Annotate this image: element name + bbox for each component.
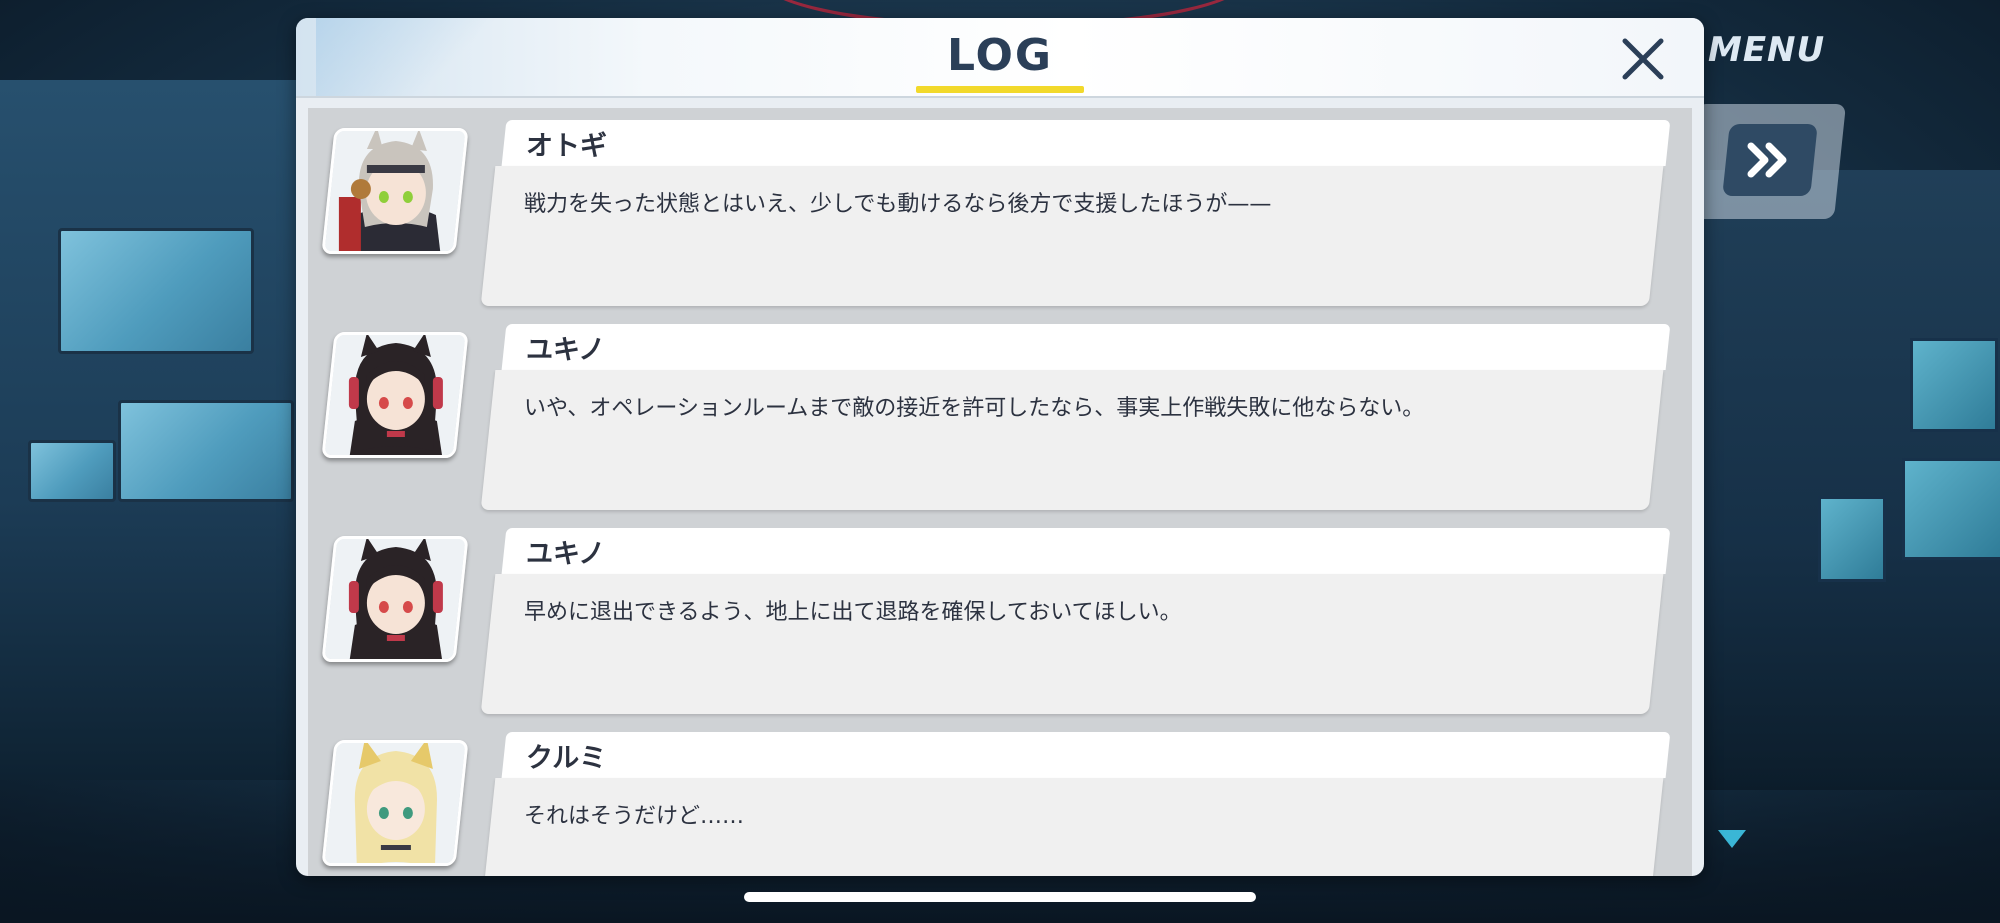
log-title: LOG — [947, 30, 1053, 81]
background-screen — [1818, 496, 1886, 582]
dialogue-text: 戦力を失った状態とはいえ、少しでも動けるなら後方で支援したほうが—— — [524, 192, 1272, 217]
title-underline — [916, 86, 1084, 93]
menu-button[interactable]: MENU — [1708, 30, 1825, 70]
character-portrait — [321, 332, 469, 458]
character-avatar-icon — [321, 128, 469, 254]
speaker-name: クルミ — [526, 743, 607, 774]
name-bar — [501, 528, 1671, 574]
log-entry: ユキノ いや、オペレーションルームまで敵の接近を許可したなら、事実上作戦失敗に他… — [308, 312, 1692, 515]
close-icon — [1622, 38, 1664, 80]
name-bar — [501, 324, 1671, 370]
log-list[interactable]: オトギ 戦力を失った状態とはいえ、少しでも動けるなら後方で支援したほうが—— ユ… — [308, 108, 1692, 876]
speaker-name: ユキノ — [526, 335, 606, 366]
speaker-name: オトギ — [526, 131, 607, 162]
character-avatar-icon — [321, 740, 469, 866]
name-bar — [501, 120, 1671, 166]
speaker-name: ユキノ — [526, 539, 606, 570]
home-indicator[interactable] — [744, 892, 1256, 902]
character-avatar-icon — [321, 536, 469, 662]
fast-forward-icon — [1747, 142, 1787, 178]
close-button[interactable] — [1618, 34, 1668, 84]
log-entry: ユキノ 早めに退出できるよう、地上に出て退路を確保しておいてほしい。 — [308, 516, 1692, 719]
triangle-down-icon — [1718, 830, 1746, 848]
dialogue-text: 早めに退出できるよう、地上に出て退路を確保しておいてほしい。 — [524, 600, 1182, 625]
log-dialog: LOG オトギ 戦力を失った状態とはいえ、少しでも動けるなら後方で支援したほうが… — [296, 18, 1704, 876]
log-entry: オトギ 戦力を失った状態とはいえ、少しでも動けるなら後方で支援したほうが—— — [308, 108, 1692, 311]
log-entry: クルミ それはそうだけど…… — [308, 720, 1692, 876]
game-screen: MENU LOG オトギ 戦力を失った状態とはいえ、少しでも動けるなら後方で支援… — [0, 0, 2000, 923]
dialogue-text: いや、オペレーションルームまで敵の接近を許可したなら、事実上作戦失敗に他ならない… — [524, 396, 1425, 421]
background-monitor — [118, 400, 294, 502]
character-avatar-icon — [321, 332, 469, 458]
background-monitor — [58, 228, 254, 354]
fast-forward-button[interactable] — [1722, 124, 1818, 196]
background-screen — [1910, 338, 1998, 432]
character-portrait — [321, 740, 469, 866]
character-portrait — [321, 128, 469, 254]
name-bar — [501, 732, 1671, 778]
background-monitor — [28, 440, 116, 502]
character-portrait — [321, 536, 469, 662]
background-screen — [1902, 458, 2000, 560]
log-header: LOG — [296, 18, 1704, 98]
dialogue-text: それはそうだけど…… — [524, 804, 745, 829]
